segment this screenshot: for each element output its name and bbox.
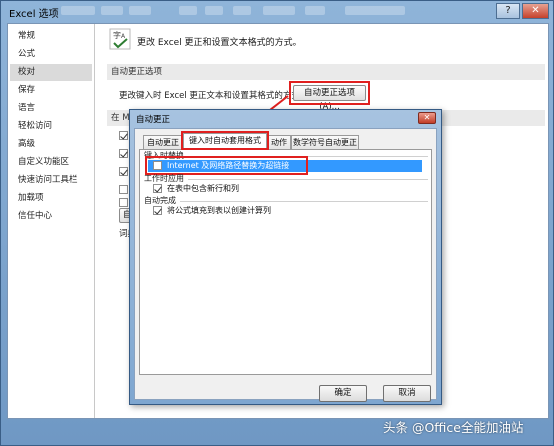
nav-item-language[interactable]: 语言: [10, 100, 92, 117]
blurred-ribbon-tab: [305, 6, 325, 15]
nav-item-add-ins[interactable]: 加载项: [10, 190, 92, 207]
nav-item-label: 公式: [18, 49, 36, 59]
dialog-close-button[interactable]: ✕: [418, 112, 436, 124]
option-checkbox[interactable]: [119, 167, 128, 176]
nav-item-customize-ribbon[interactable]: 自定义功能区: [10, 154, 92, 171]
nav-item-quick-access-toolbar[interactable]: 快速访问工具栏: [10, 172, 92, 189]
blurred-ribbon-tab: [233, 6, 251, 15]
abc-check-icon: 字 A: [109, 28, 131, 50]
nav-item-label: 校对: [18, 67, 36, 77]
blurred-ribbon-tab: [129, 6, 151, 15]
blurred-ribbon-tab: [61, 6, 95, 15]
blurred-ribbon-tab: [101, 6, 123, 15]
group-divider: [180, 201, 428, 202]
fill-formulas-checkbox[interactable]: [153, 206, 162, 215]
autocorrect-dialog: 自动更正 ✕ 自动更正 键入时自动套用格式 动作 数学符号自动更正 键入时替换 …: [129, 109, 442, 405]
nav-item-label: 加载项: [18, 193, 44, 203]
nav-item-accessibility[interactable]: 轻松访问: [10, 118, 92, 135]
blurred-search-box: [345, 6, 405, 15]
help-button[interactable]: ?: [496, 3, 520, 19]
option-checkbox[interactable]: [119, 131, 128, 140]
nav-item-label: 语言: [18, 103, 36, 113]
pane-intro-text: 更改 Excel 更正和设置文本格式的方式。: [137, 38, 302, 48]
svg-text:字: 字: [113, 30, 121, 40]
include-table-rows-label: 在表中包含新行和列: [167, 184, 239, 193]
tab-actions[interactable]: 动作: [267, 135, 291, 149]
autocorrect-section-header: 自动更正选项: [107, 64, 545, 80]
window-close-button[interactable]: ✕: [522, 3, 549, 19]
nav-item-label: 快速访问工具栏: [18, 175, 78, 185]
tab-autocorrect[interactable]: 自动更正: [143, 135, 183, 149]
tab-math-autocorrect[interactable]: 数学符号自动更正: [291, 135, 359, 149]
option-checkbox[interactable]: [119, 198, 128, 207]
title-bar: Excel 选项 ? ✕: [1, 1, 554, 23]
ok-button[interactable]: 确定: [319, 385, 367, 402]
option-checkbox[interactable]: [119, 185, 128, 194]
annotation-tab-highlight: [181, 131, 269, 150]
nav-item-label: 保存: [18, 85, 36, 95]
window-title: Excel 选项: [9, 9, 59, 20]
option-checkbox[interactable]: [119, 149, 128, 158]
nav-item-label: 常规: [18, 31, 36, 41]
nav-item-advanced[interactable]: 高级: [10, 136, 92, 153]
options-nav: 常规 公式 校对 保存 语言 轻松访问 高级 自定义功能区 快速访问工具栏 加载…: [8, 24, 95, 418]
blurred-ribbon-tab: [179, 6, 197, 15]
nav-item-label: 自定义功能区: [18, 157, 70, 167]
nav-item-formulas[interactable]: 公式: [10, 46, 92, 63]
annotation-highlight-box: [289, 81, 370, 105]
nav-item-trust-center[interactable]: 信任中心: [10, 208, 92, 225]
include-table-rows-checkbox[interactable]: [153, 184, 162, 193]
dialog-title: 自动更正: [136, 115, 171, 125]
blurred-ribbon-tab: [263, 6, 295, 15]
cancel-button[interactable]: 取消: [383, 385, 431, 402]
autoformat-tab-page: 键入时替换 Internet 及网络路径替换为超链接 工作时应用 在表中包含新行…: [139, 149, 432, 375]
nav-item-label: 轻松访问: [18, 121, 53, 131]
fill-formulas-label: 将公式填充到表以创建计算列: [167, 206, 271, 215]
watermark-text: 头条 @Office全能加油站: [383, 420, 524, 435]
nav-item-label: 高级: [18, 139, 36, 149]
group-divider: [188, 179, 428, 180]
nav-item-general[interactable]: 常规: [10, 28, 92, 45]
blurred-ribbon-tab: [205, 6, 223, 15]
nav-item-label: 信任中心: [18, 211, 53, 221]
dialog-body: 自动更正 键入时自动套用格式 动作 数学符号自动更正 键入时替换 Interne…: [134, 128, 437, 402]
nav-item-proofing[interactable]: 校对: [10, 64, 92, 81]
nav-item-save[interactable]: 保存: [10, 82, 92, 99]
